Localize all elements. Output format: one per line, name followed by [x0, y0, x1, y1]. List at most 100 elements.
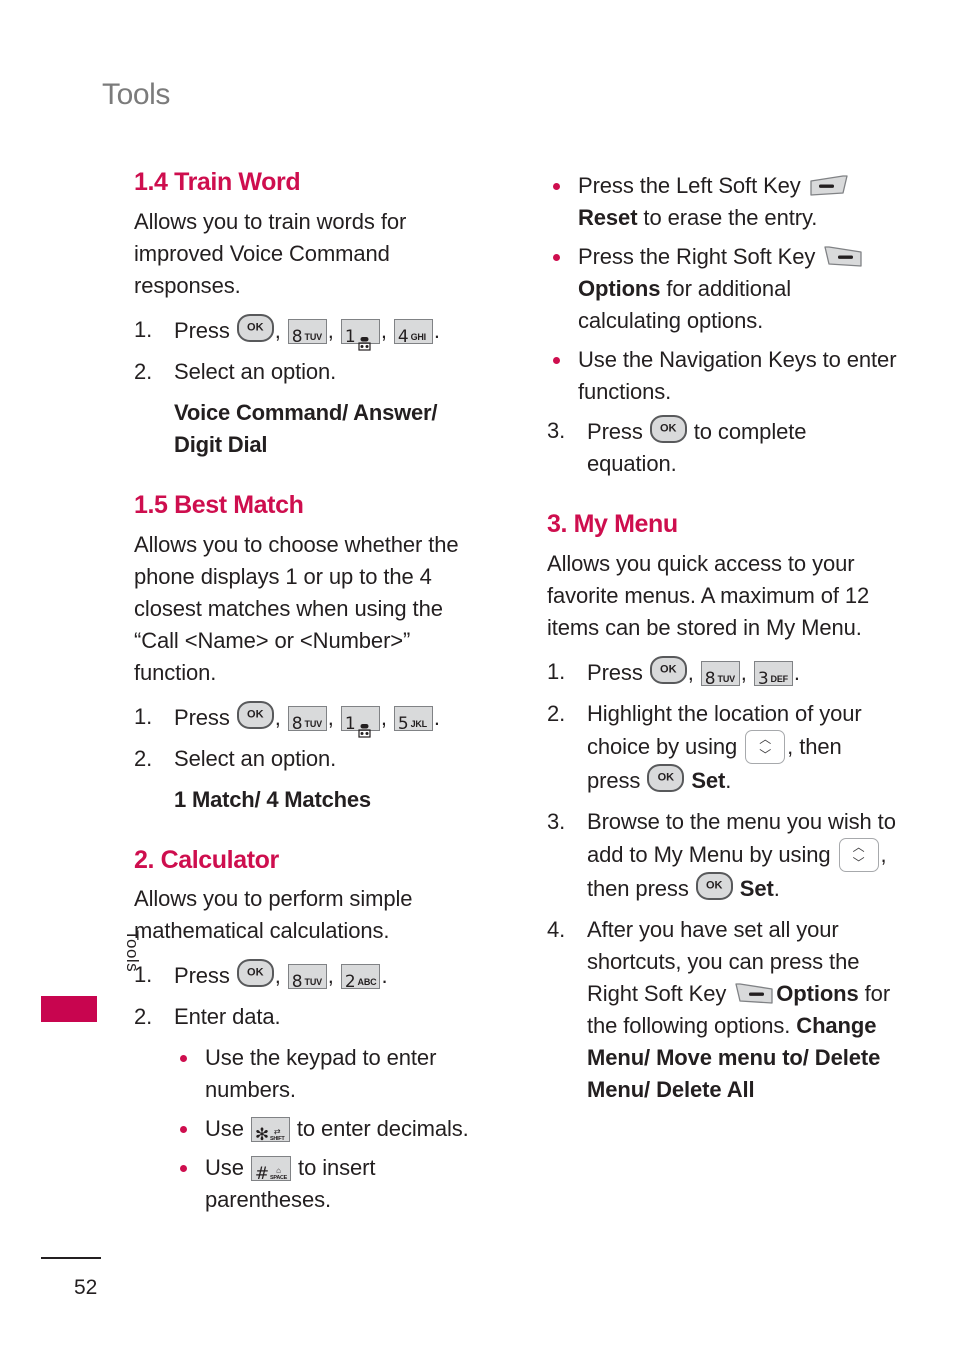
bullet-dot-icon — [553, 183, 560, 190]
bullet-text-bold: Options — [578, 276, 661, 301]
step-number: 2. — [134, 358, 153, 384]
step-number: 1. — [547, 658, 566, 684]
step-text: Select an option. — [174, 745, 337, 771]
list-item: Press the Right Soft Key Options for add… — [547, 241, 899, 337]
step-label: Press — [587, 659, 643, 685]
step-number: 1. — [134, 703, 153, 729]
ok-key-icon: OK — [647, 763, 685, 792]
bullet-text-bold: Reset — [578, 205, 638, 230]
step-item: 3. Browse to the menu you wish to add to … — [547, 806, 899, 905]
step-item: 3. Press OK to complete equation. — [547, 415, 899, 480]
steps-calculator: 1. Press OK, 8 TUV, 2 ABC. 2. Enter data. — [134, 959, 486, 1033]
bullet-text-before: Use — [205, 1116, 250, 1142]
bullet-dot-icon — [553, 254, 560, 261]
keypad-3-icon: 3 DEF — [753, 660, 793, 689]
keypad-5-icon: 5 JKL — [393, 705, 433, 734]
bullet-text-before: Press the Left Soft Key — [578, 173, 807, 198]
step-text: Select an option. — [174, 358, 337, 384]
step-label: Press — [174, 704, 230, 730]
step-number: 2. — [547, 700, 566, 726]
keypad-4-icon: 4 GHI — [393, 318, 433, 347]
step-text-bold: Set — [691, 767, 726, 793]
side-tab-marker — [41, 996, 97, 1022]
ok-key-icon: OK — [649, 415, 687, 443]
keypad-8-icon: 8 TUV — [287, 964, 327, 992]
keypad-2-icon: 2 ABC — [340, 964, 381, 992]
heading-best-match: 1.5 Best Match — [134, 490, 304, 519]
hash-key-icon: # ⌂ SPACE — [250, 1156, 292, 1184]
left-column: 1.4 Train Word Allows you to train words… — [134, 168, 486, 1223]
step-item: 2. Highlight the location of your choice … — [547, 698, 899, 797]
step-number: 3. — [547, 418, 566, 443]
bullet-text-before: Press the Right Soft Key — [578, 244, 822, 269]
bullet-text: Use the keypad to enter numbers. — [205, 1045, 437, 1103]
voicemail-icon — [357, 715, 371, 738]
list-item: Use # ⌂ SPACE to insert parentheses. — [174, 1152, 486, 1216]
keypad-1-icon: 1 — [340, 318, 380, 352]
footer-divider — [41, 1257, 101, 1259]
step-item: 1. Press OK, 8 TUV, 2 ABC. — [134, 959, 486, 992]
list-item: Use the keypad to enter numbers. — [174, 1042, 486, 1106]
navigation-key-icon: ︿ ﹀ — [745, 729, 786, 764]
bullet-text-after: to enter decimals. — [290, 1116, 469, 1142]
options-best-match: 1 Match/ 4 Matches — [174, 786, 371, 812]
heading-train-word: 1.4 Train Word — [134, 168, 301, 196]
list-item: Use the Navigation Keys to enter functio… — [547, 344, 899, 408]
right-soft-key-icon — [734, 983, 774, 1006]
options-train-word: Voice Command/ Answer/ Digit Dial — [174, 399, 438, 457]
steps-my-menu: 1. Press OK, 8 TUV, 3 DEF. 2. Highlight the … — [547, 655, 899, 1106]
page-number: 52 — [74, 1276, 98, 1299]
step-text-c: . — [773, 875, 780, 901]
step-text-before: Press — [587, 419, 649, 444]
steps-calculator-continued: 3. Press OK to complete equation. — [547, 415, 899, 480]
bullets-calculator: Use the keypad to enter numbers. Use ✻ ⇄ S… — [174, 1042, 486, 1216]
left-soft-key-icon — [809, 175, 849, 198]
step-number: 4. — [547, 916, 566, 942]
step-item: 1. Press OK, 8 TUV, 1, 4 GHI. — [134, 313, 486, 352]
step-text-bold: Options — [776, 980, 859, 1006]
ok-key-icon: OK — [695, 871, 733, 900]
page-title: Tools — [102, 78, 171, 111]
step-item: 1. Press OK, 8 TUV, 3 DEF. — [547, 655, 899, 689]
step-text: Enter data. — [174, 1004, 281, 1030]
step-label: Press — [174, 963, 230, 989]
bullet-text: Use the Navigation Keys to enter functio… — [578, 347, 897, 404]
step-text-c: . — [725, 767, 732, 793]
list-item: Press the Left Soft Key Reset to erase t… — [547, 170, 899, 234]
ok-key-icon: OK — [236, 959, 274, 988]
step-label: Press — [174, 317, 230, 343]
bullet-dot-icon — [180, 1126, 187, 1134]
step-text-bold: Set — [739, 875, 774, 901]
paragraph-calculator-intro: Allows you to perform simple mathematica… — [134, 886, 413, 944]
paragraph-my-menu-intro: Allows you quick access to your favorite… — [547, 550, 870, 640]
step-number: 1. — [134, 316, 153, 342]
step-number: 2. — [134, 1004, 153, 1030]
keypad-8-icon: 8 TUV — [700, 660, 740, 689]
keypad-8-icon: 8 TUV — [287, 705, 327, 734]
step-item: 2. Enter data. — [134, 1001, 486, 1033]
keypad-8-icon: 8 TUV — [287, 318, 327, 347]
step-item: 1. Press OK, 8 TUV, 1, 5 JKL. — [134, 700, 486, 738]
ok-key-icon: OK — [649, 655, 687, 684]
navigation-key-icon: ︿ ﹀ — [838, 837, 879, 872]
bullet-text-after: to erase the entry. — [637, 205, 818, 230]
ok-key-icon: OK — [236, 313, 274, 342]
ok-key-icon: OK — [236, 700, 274, 729]
right-column: Press the Left Soft Key Reset to erase t… — [547, 168, 899, 1115]
bullet-dot-icon — [180, 1165, 187, 1173]
step-item: 2. Select an option. — [134, 356, 486, 388]
bullets-calculator-continued: Press the Left Soft Key Reset to erase t… — [547, 170, 899, 408]
right-soft-key-icon — [823, 246, 863, 269]
step-item: 4. After you have set all your shortcuts,… — [547, 914, 899, 1106]
star-key-icon: ✻ ⇄ SHIFT — [250, 1117, 290, 1145]
voicemail-icon — [357, 328, 371, 352]
heading-calculator: 2. Calculator — [134, 845, 279, 874]
step-item: 2. Select an option. — [134, 743, 486, 775]
bullet-text-before: Use — [205, 1155, 250, 1181]
steps-train-word: 1. Press OK, 8 TUV, 1, 4 GHI. 2. Select an o… — [134, 313, 486, 388]
heading-my-menu: 3. My Menu — [547, 510, 678, 538]
bullet-dot-icon — [180, 1055, 187, 1063]
step-number: 2. — [134, 745, 153, 771]
list-item: Use ✻ ⇄ SHIFT to enter decimals. — [174, 1113, 486, 1145]
step-number: 1. — [134, 962, 153, 988]
